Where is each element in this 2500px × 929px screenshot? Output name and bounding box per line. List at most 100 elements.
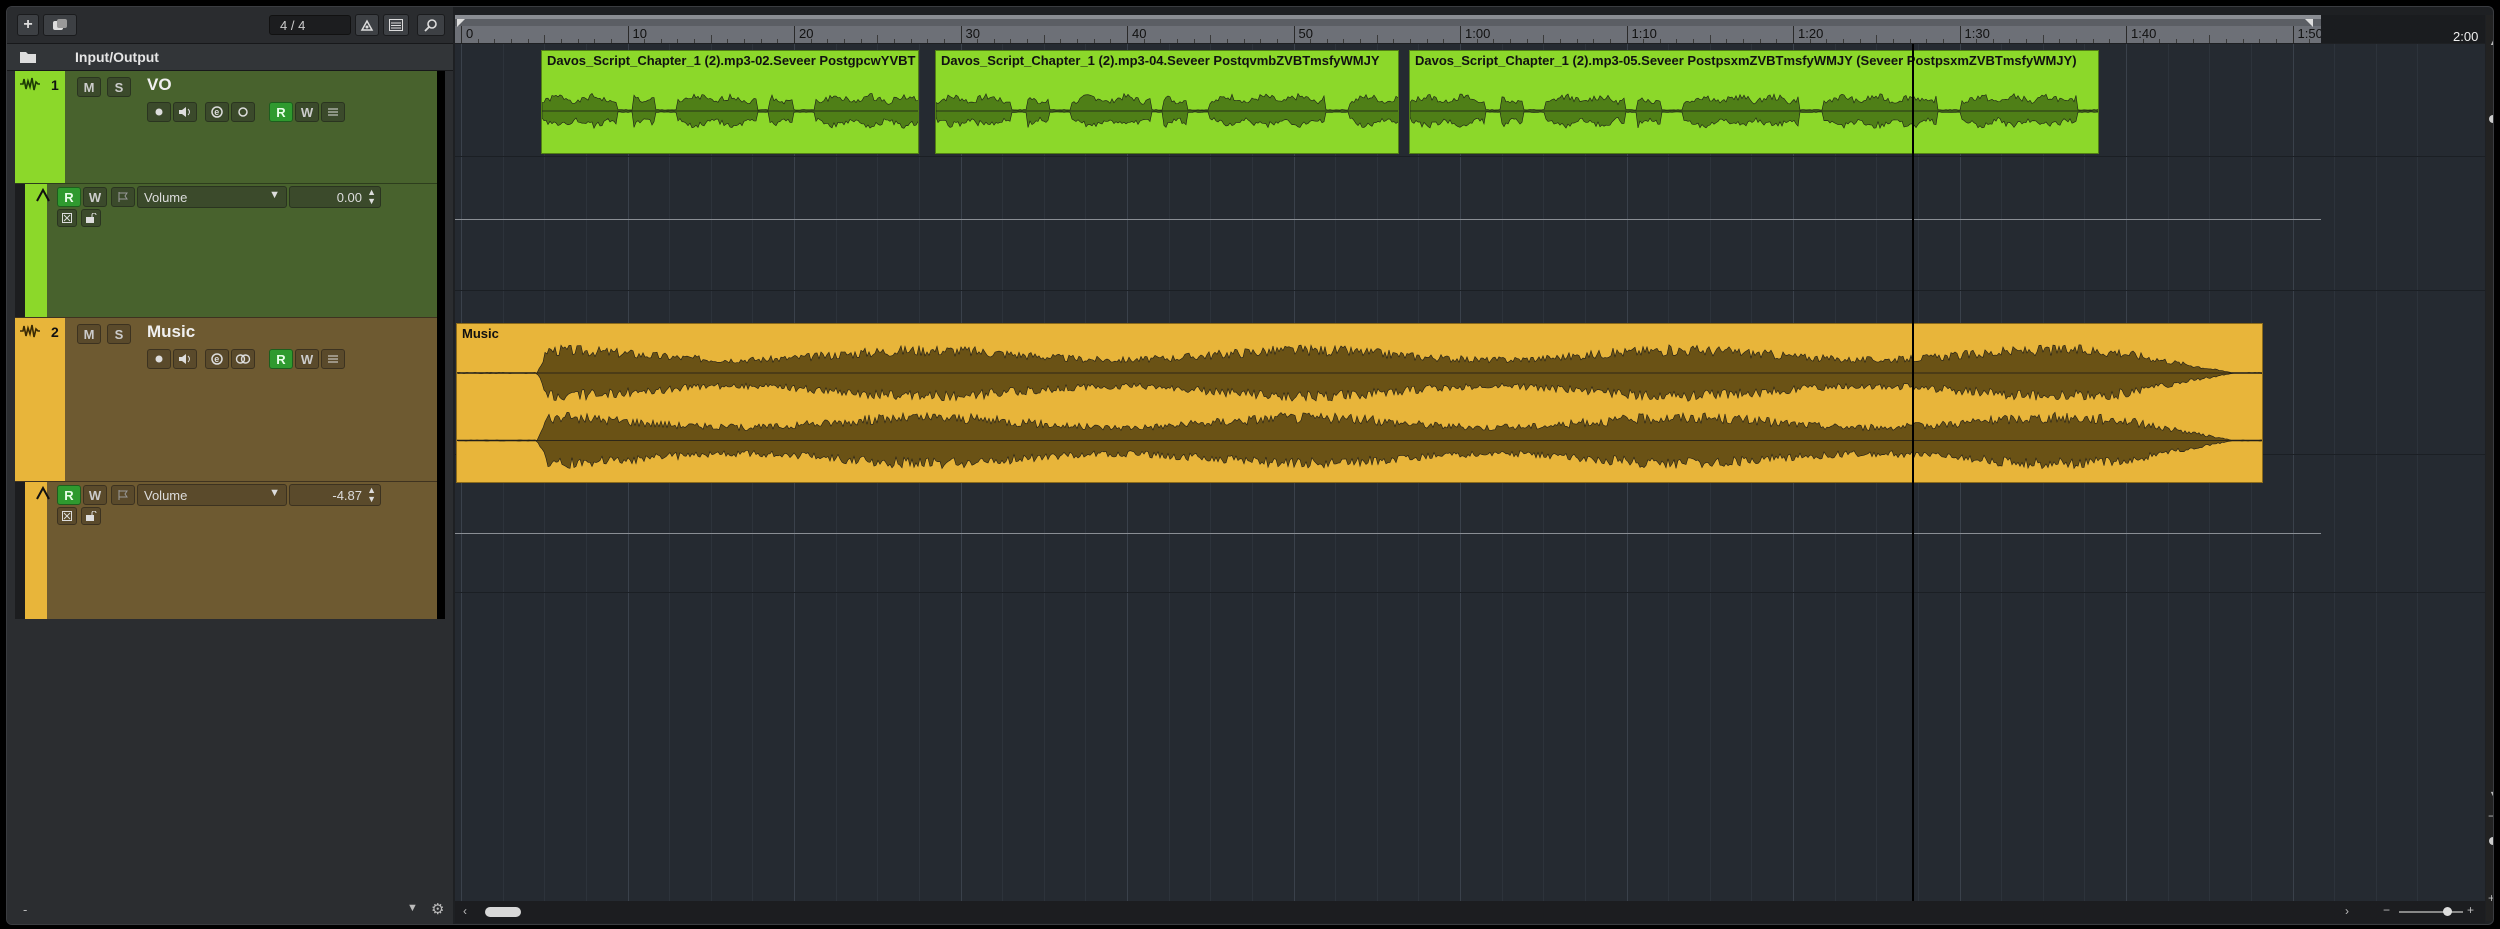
audio-event-vo-04[interactable]: Davos_Script_Chapter_1 (2).mp3-04.Seveer… [935, 50, 1399, 154]
zoom-in-icon[interactable]: + [2488, 891, 2493, 905]
read-automation-button[interactable]: R [269, 349, 293, 369]
ruler-time-label: 1:10 [1631, 26, 1657, 41]
mute-button[interactable]: M [77, 77, 101, 97]
scroll-right-icon[interactable]: › [2345, 904, 2349, 918]
gear-icon[interactable]: ⚙ [431, 900, 444, 918]
lanes-button[interactable] [321, 102, 345, 122]
ruler-minor-tick [610, 39, 612, 43]
chevron-down-icon[interactable]: ▼ [407, 902, 418, 914]
lanes-button[interactable] [321, 349, 345, 369]
horizontal-scrollbar[interactable]: ‹ › − + [455, 901, 2485, 923]
mute-automation-button[interactable] [57, 507, 77, 525]
edit-channel-button[interactable]: e [205, 102, 229, 122]
automation-parameter-select[interactable]: Volume ▼ [137, 186, 287, 208]
audio-event-vo-02[interactable]: Davos_Script_Chapter_1 (2).mp3-02.Seveer… [541, 50, 919, 154]
vo-automation-line[interactable] [455, 219, 2321, 220]
ruler-minor-tick [710, 35, 712, 43]
lock-icon [86, 213, 97, 223]
ruler-minor-tick [777, 39, 779, 43]
track-visibility-button[interactable] [355, 14, 379, 36]
automation-track-music[interactable]: R W Volume ▼ -4.87 ▲ ▼ [15, 481, 445, 619]
write-automation-button[interactable]: W [295, 102, 319, 122]
arrangement-area[interactable]: Davos_Script_Chapter_1 (2).mp3-02.Seveer… [455, 44, 2485, 911]
solo-button[interactable]: S [107, 77, 131, 97]
lane-divider [455, 592, 2485, 593]
speaker-icon [179, 354, 190, 364]
automation-track-vo[interactable]: R W Volume ▼ 0.00 ▲ ▼ [15, 183, 445, 317]
ruler-time-label: 1:30 [1964, 26, 1990, 41]
ruler-minor-tick [1476, 39, 1478, 43]
ruler-minor-tick [494, 39, 496, 43]
ruler-minor-tick [1509, 39, 1511, 43]
mute-automation-button[interactable] [57, 209, 77, 227]
lock-button[interactable] [81, 507, 101, 525]
auto-write-button[interactable]: W [83, 187, 107, 207]
ruler-minor-tick [1276, 39, 1278, 43]
auto-write-button[interactable]: W [83, 485, 107, 505]
input-output-header[interactable]: Input/Output [7, 44, 453, 71]
track-name[interactable]: VO [147, 75, 172, 95]
ruler-minor-tick [1942, 39, 1944, 43]
track-vo[interactable]: 1 M S VO e R W [15, 71, 445, 183]
monitor-button[interactable] [173, 102, 197, 122]
horizontal-zoom-handle[interactable] [2443, 907, 2452, 916]
timebase-button[interactable] [231, 102, 255, 122]
mute-button[interactable]: M [77, 324, 101, 344]
flag-button[interactable] [111, 187, 135, 207]
ruler-minor-tick [810, 39, 812, 43]
track-list-options-button[interactable] [383, 14, 409, 36]
audio-event-vo-05[interactable]: Davos_Script_Chapter_1 (2).mp3-05.Seveer… [1409, 50, 2099, 154]
automation-value-field[interactable]: -4.87 ▲ ▼ [289, 484, 381, 506]
ruler-minor-tick [544, 35, 546, 43]
lanes-icon [328, 355, 338, 363]
zoom-out-icon[interactable]: − [2488, 809, 2493, 823]
solo-button[interactable]: S [107, 324, 131, 344]
stereo-link-button[interactable] [231, 349, 255, 369]
music-automation-line[interactable] [455, 533, 2321, 534]
automation-value-field[interactable]: 0.00 ▲ ▼ [289, 186, 381, 208]
scroll-thumb[interactable] [485, 907, 521, 917]
lock-button[interactable] [81, 209, 101, 227]
edit-channel-button[interactable]: e [205, 349, 229, 369]
lane-divider [455, 156, 2485, 157]
record-enable-button[interactable] [147, 102, 171, 122]
track-height-handle[interactable] [2489, 837, 2493, 845]
ruler-minor-tick [2275, 39, 2277, 43]
auto-read-button[interactable]: R [57, 485, 81, 505]
ruler-minor-tick [1826, 39, 1828, 43]
ruler-minor-tick [910, 39, 912, 43]
ruler-minor-tick [1310, 39, 1312, 43]
automation-parameter-select[interactable]: Volume ▼ [137, 484, 287, 506]
scroll-left-icon[interactable]: ‹ [463, 904, 467, 918]
visible-tracks-indicator[interactable]: 4 / 4 [269, 15, 351, 35]
timeline-ruler[interactable]: 0 10 20 30 40 50 1:00 1:10 1:20 1:30 1:40 1:50 [455, 15, 2323, 43]
chevron-up-icon[interactable]: ▲ [2489, 37, 2493, 47]
add-track-button[interactable]: + [17, 14, 39, 36]
vertical-zoom-bar[interactable]: ▲ ▼ − + [2486, 15, 2493, 921]
ruler-minor-tick [1493, 39, 1495, 43]
audio-event-music[interactable]: Music [456, 323, 2263, 483]
ruler-minor-tick [2225, 39, 2227, 43]
ruler-minor-tick [1676, 39, 1678, 43]
monitor-button[interactable] [173, 349, 197, 369]
add-folder-button[interactable] [43, 14, 77, 36]
write-automation-button[interactable]: W [295, 349, 319, 369]
auto-read-button[interactable]: R [57, 187, 81, 207]
search-tracks-button[interactable] [417, 14, 445, 36]
horizontal-zoom-slider[interactable] [2399, 911, 2463, 913]
project-cursor[interactable] [1912, 44, 1914, 911]
chevron-down-icon[interactable]: ▼ [2489, 789, 2493, 799]
zoom-out-icon[interactable]: − [2383, 903, 2390, 917]
track-name[interactable]: Music [147, 322, 195, 342]
read-automation-button[interactable]: R [269, 102, 293, 122]
vertical-zoom-handle[interactable] [2489, 115, 2493, 123]
ruler-minor-tick [2059, 39, 2061, 43]
track-music[interactable]: 2 M S Music e R W [15, 317, 445, 481]
ruler-time-label: 1:50 [2297, 26, 2323, 41]
track-list-divider [437, 71, 445, 619]
ruler-major-tick [960, 26, 962, 43]
flag-button[interactable] [111, 485, 135, 505]
ruler-minor-tick [843, 39, 845, 43]
record-enable-button[interactable] [147, 349, 171, 369]
zoom-in-icon[interactable]: + [2467, 903, 2474, 917]
